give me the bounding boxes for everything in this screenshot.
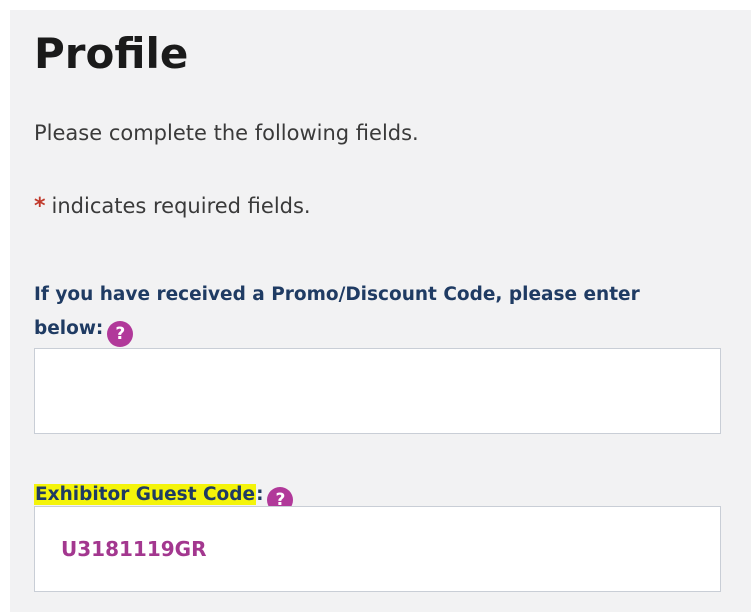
required-note-text: indicates required fields. [51, 194, 311, 218]
guest-code-input[interactable] [34, 506, 721, 592]
promo-code-label: If you have received a Promo/Discount Co… [34, 278, 674, 347]
promo-code-input[interactable] [34, 348, 721, 434]
profile-panel: Profile Please complete the following fi… [10, 10, 751, 612]
asterisk-icon: * [34, 194, 46, 219]
guest-code-label-highlight: Exhibitor Guest Code [34, 484, 257, 505]
guest-code-label-colon: : [256, 484, 264, 505]
page-title: Profile [34, 29, 189, 78]
question-circle-icon[interactable]: ? [107, 321, 134, 347]
guest-code-label-text: Exhibitor Guest Code [35, 484, 256, 505]
required-fields-note: * indicates required fields. [34, 191, 311, 222]
intro-text: Please complete the following fields. [34, 121, 419, 145]
